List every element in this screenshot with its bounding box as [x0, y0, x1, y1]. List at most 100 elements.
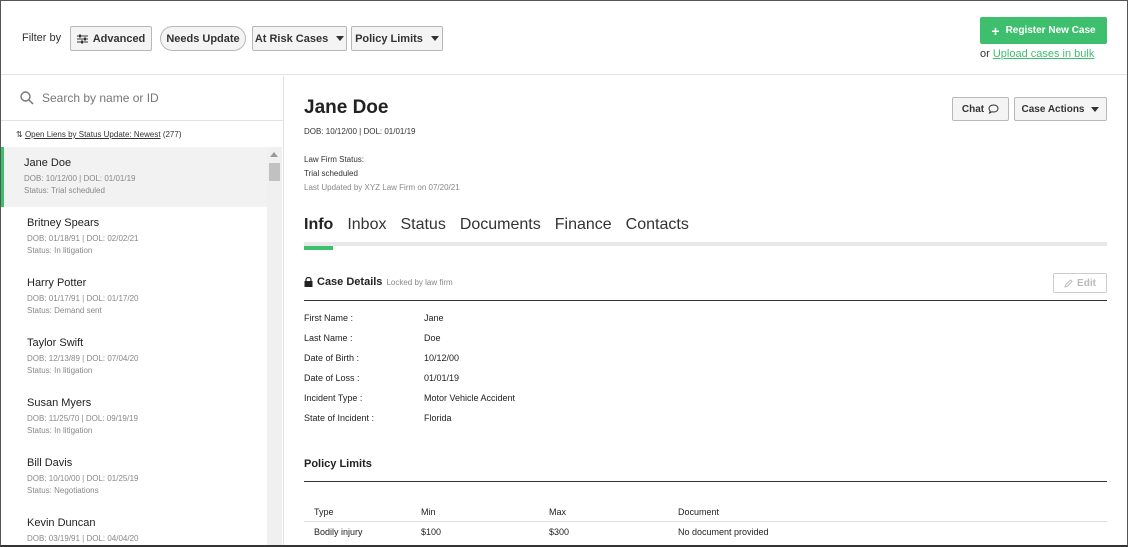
case-item-name: Susan Myers: [27, 397, 92, 409]
firm-status-value: Trial scheduled: [304, 169, 358, 178]
detail-label: State of Incident :: [304, 413, 375, 423]
bulk-or: or: [980, 48, 990, 60]
detail-label: Date of Birth :: [304, 353, 360, 363]
case-item-dates: DOB: 01/17/91 | DOL: 01/17/20: [27, 294, 139, 303]
caret-down-icon: [336, 36, 345, 41]
pencil-icon: [1064, 278, 1073, 288]
search-input[interactable]: [42, 88, 262, 108]
col-header: Max: [549, 506, 567, 517]
case-item-dates: DOB: 11/25/70 | DOL: 09/19/19: [27, 414, 138, 423]
at-risk-label: At Risk Cases: [254, 32, 329, 45]
chat-bubble-icon: [988, 104, 999, 114]
scrollbar-thumb[interactable]: [269, 163, 280, 181]
filter-label: Filter by: [22, 32, 62, 44]
bulk-upload-line: or Upload cases in bulk: [980, 48, 1094, 60]
tab-contacts[interactable]: Contacts: [626, 216, 689, 246]
last-updated: Last Updated by XYZ Law Firm on 07/20/21: [304, 183, 460, 192]
case-list: Jane Doe DOB: 10/12/00 | DOL: 01/01/19 S…: [1, 147, 267, 545]
case-list-item[interactable]: Bill Davis DOB: 10/10/00 | DOL: 01/25/19…: [1, 447, 267, 507]
list-scrollbar[interactable]: [267, 147, 282, 545]
chat-button[interactable]: Chat: [952, 97, 1009, 121]
case-item-name: Taylor Swift: [27, 337, 84, 349]
case-item-status: Status: Negotiations: [27, 486, 99, 495]
register-new-case-button[interactable]: + Register New Case: [980, 17, 1107, 44]
policy-limits-label: Policy Limits: [355, 32, 423, 45]
search-box: [1, 76, 283, 121]
detail-row: First Name : Jane: [304, 313, 515, 333]
scroll-up-icon[interactable]: [270, 152, 278, 157]
chat-label: Chat: [961, 103, 985, 115]
detail-row: Last Name : Doe: [304, 333, 515, 353]
tab-info[interactable]: Info: [304, 216, 334, 250]
edit-button[interactable]: Edit: [1053, 273, 1107, 293]
case-item-status: Status: In litigation: [27, 246, 93, 255]
case-list-item[interactable]: Susan Myers DOB: 11/25/70 | DOL: 09/19/1…: [1, 387, 267, 447]
case-item-name: Harry Potter: [27, 277, 87, 289]
caret-down-icon: [430, 36, 439, 41]
detail-label: Date of Loss :: [304, 373, 360, 383]
case-detail-panel: Jane Doe DOB: 10/12/00 | DOL: 01/01/19 L…: [284, 76, 1127, 545]
divider: [304, 481, 1107, 482]
sort-count: (277): [162, 130, 182, 139]
case-list-item[interactable]: Kevin Duncan DOB: 03/19/91 | DOL: 04/04/…: [1, 507, 267, 545]
sort-control[interactable]: ⇅ Open Liens by Status Update: Newest (2…: [16, 130, 182, 139]
at-risk-dropdown[interactable]: At Risk Cases: [252, 26, 347, 51]
advanced-label: Advanced: [92, 32, 146, 45]
col-header: Type: [314, 506, 334, 517]
tab-inbox[interactable]: Inbox: [347, 216, 386, 246]
table-cell: $300: [549, 527, 570, 537]
advanced-filter-button[interactable]: Advanced: [70, 26, 152, 51]
sort-icon: ⇅: [16, 130, 23, 139]
lock-icon: [304, 277, 313, 287]
case-item-name: Jane Doe: [24, 157, 72, 169]
locked-note: Locked by law firm: [386, 277, 453, 287]
needs-update-filter-button[interactable]: Needs Update: [160, 26, 246, 51]
detail-value: Doe: [424, 333, 441, 343]
register-label: Register New Case: [1005, 25, 1096, 36]
tab-status[interactable]: Status: [400, 216, 445, 246]
case-item-status: Status: In litigation: [27, 366, 93, 375]
case-item-name: Bill Davis: [27, 457, 73, 469]
tab-finance[interactable]: Finance: [555, 216, 612, 246]
sort-link[interactable]: Open Liens by Status Update: Newest: [25, 130, 161, 139]
detail-label: First Name :: [304, 313, 354, 323]
upload-bulk-link[interactable]: Upload cases in bulk: [993, 48, 1095, 60]
table-cell: $100: [421, 527, 442, 537]
case-item-name: Britney Spears: [27, 217, 100, 229]
detail-row: Incident Type : Motor Vehicle Accident: [304, 393, 515, 413]
case-tabs: Info Inbox Status Documents Finance Cont…: [304, 216, 1107, 250]
firm-status-label: Law Firm Status:: [304, 155, 365, 164]
search-icon: [20, 91, 34, 105]
col-header: Document: [678, 506, 720, 517]
case-item-name: Kevin Duncan: [27, 517, 96, 529]
app-window: Filter by Advanced Needs Update At Risk …: [0, 0, 1128, 547]
case-item-dates: DOB: 01/18/91 | DOL: 02/02/21: [27, 234, 139, 243]
detail-row: Date of Loss : 01/01/19: [304, 373, 515, 393]
tab-documents[interactable]: Documents: [460, 216, 541, 246]
case-list-item[interactable]: Taylor Swift DOB: 12/13/89 | DOL: 07/04/…: [1, 327, 267, 387]
case-item-status: Status: In litigation: [27, 426, 93, 435]
case-item-dates: DOB: 10/12/00 | DOL: 01/01/19: [24, 174, 136, 183]
detail-value: Florida: [424, 413, 452, 423]
table-cell: No document provided: [678, 527, 769, 537]
case-item-dates: DOB: 10/10/00 | DOL: 01/25/19: [27, 474, 139, 483]
case-item-status: Status: Trial scheduled: [24, 186, 105, 195]
case-actions-label: Case Actions: [1021, 103, 1085, 115]
case-list-item[interactable]: Harry Potter DOB: 01/17/91 | DOL: 01/17/…: [1, 267, 267, 327]
detail-label: Incident Type :: [304, 393, 363, 403]
policy-limits-table: Type Min Max Document Bodily injury $100…: [304, 502, 1107, 542]
case-actions-dropdown[interactable]: Case Actions: [1014, 97, 1107, 121]
plus-icon: +: [991, 22, 1000, 39]
sliders-icon: [76, 34, 88, 43]
caret-down-icon: [1091, 106, 1100, 112]
detail-value: Jane: [424, 313, 444, 323]
case-list-item[interactable]: Jane Doe DOB: 10/12/00 | DOL: 01/01/19 S…: [1, 147, 267, 207]
detail-label: Last Name :: [304, 333, 353, 343]
needs-update-label: Needs Update: [166, 32, 240, 45]
law-firm-status: Law Firm Status: Trial scheduled Last Up…: [304, 153, 460, 195]
policy-limits-dropdown[interactable]: Policy Limits: [351, 26, 443, 51]
case-item-dates: DOB: 12/13/89 | DOL: 07/04/20: [27, 354, 139, 363]
detail-value: 10/12/00: [424, 353, 460, 363]
col-header: Min: [421, 506, 436, 517]
case-list-item[interactable]: Britney Spears DOB: 01/18/91 | DOL: 02/0…: [1, 207, 267, 267]
